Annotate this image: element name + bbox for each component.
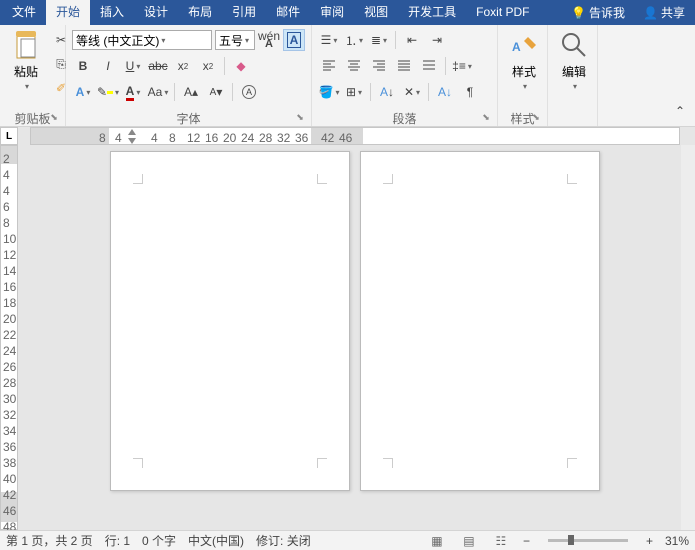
grow-font-button[interactable]: A▴	[180, 81, 202, 103]
paragraph-launcher[interactable]: ⬊	[481, 112, 491, 122]
numbering-button[interactable]: ⒈▾	[343, 29, 365, 51]
align-right-button[interactable]	[368, 55, 390, 77]
increase-indent-button[interactable]: ⇥	[426, 29, 448, 51]
superscript-button[interactable]: x2	[197, 55, 219, 77]
zoom-slider[interactable]	[548, 539, 628, 542]
enclose-characters-button[interactable]: A	[238, 81, 260, 103]
numbering-icon: ⒈	[345, 32, 357, 49]
copy-icon: ⎘	[56, 57, 66, 72]
collapse-ribbon-button[interactable]: ⌃	[669, 100, 691, 122]
tab-mailings[interactable]: 邮件	[266, 0, 310, 25]
chevron-down-icon: ▾	[25, 82, 29, 91]
styles-icon: A	[508, 29, 540, 61]
font-launcher[interactable]: ⬊	[295, 112, 305, 122]
paste-button[interactable]: 粘贴▾	[4, 27, 48, 93]
zoom-in-button[interactable]: +	[646, 534, 653, 548]
change-case-button[interactable]: Aa▾	[147, 81, 169, 103]
horizontal-ruler[interactable]: 8 4 4 8 12 16 20 24 28 32 36 42 46	[30, 127, 680, 145]
asian-layout-button[interactable]: ✕▾	[401, 81, 423, 103]
shrink-font-button[interactable]: A▾	[205, 81, 227, 103]
group-paragraph-label: 段落	[392, 112, 416, 126]
workspace: L 8 4 4 8 12 16 20 24 28 32 36 42 46 244…	[0, 127, 695, 530]
status-line[interactable]: 行: 1	[105, 532, 130, 549]
multilevel-icon: ≣	[371, 33, 381, 47]
multilevel-list-button[interactable]: ≣▾	[368, 29, 390, 51]
show-marks-button[interactable]: A↓	[434, 81, 456, 103]
status-track-changes[interactable]: 修订: 关闭	[256, 532, 311, 549]
editing-button[interactable]: 编辑▾	[552, 27, 596, 93]
status-page[interactable]: 第 1 页，共 2 页	[6, 532, 93, 549]
borders-button[interactable]: ⊞▾	[343, 81, 365, 103]
zoom-level[interactable]: 31%	[665, 534, 689, 548]
clear-formatting-button[interactable]: ◆	[230, 55, 252, 77]
zoom-out-button[interactable]: −	[523, 534, 530, 548]
bullets-icon: ☰	[321, 33, 332, 47]
tab-layout[interactable]: 布局	[178, 0, 222, 25]
tab-insert[interactable]: 插入	[90, 0, 134, 25]
share-icon: 👤	[643, 6, 658, 20]
status-words[interactable]: 0 个字	[142, 532, 176, 549]
subscript-button[interactable]: x2	[172, 55, 194, 77]
svg-text:A: A	[512, 40, 521, 54]
tab-developer[interactable]: 开发工具	[398, 0, 466, 25]
line-spacing-button[interactable]: ‡≡▾	[451, 55, 473, 77]
paint-bucket-icon: 🪣	[319, 85, 334, 99]
styles-launcher[interactable]: ⬊	[531, 112, 541, 122]
strikethrough-button[interactable]: abc	[147, 55, 169, 77]
border-icon: ⊞	[346, 85, 356, 99]
status-language[interactable]: 中文(中国)	[188, 532, 244, 549]
distributed-button[interactable]	[418, 55, 440, 77]
tab-file[interactable]: 文件	[2, 0, 46, 25]
vertical-ruler[interactable]: 2446810121416182022242628303234363840424…	[0, 145, 18, 530]
sort-button[interactable]: A↓	[376, 81, 398, 103]
share-button[interactable]: 👤共享	[635, 4, 693, 21]
eraser-icon: ◆	[236, 59, 245, 73]
character-border-button[interactable]: A	[283, 29, 305, 51]
page-1[interactable]	[110, 151, 350, 491]
font-name-dropdown[interactable]: 等线 (中文正文)▾	[72, 30, 212, 50]
tab-review[interactable]: 审阅	[310, 0, 354, 25]
phonetic-guide-button[interactable]: wénA	[258, 29, 280, 51]
italic-button[interactable]: I	[97, 55, 119, 77]
bullets-button[interactable]: ☰▾	[318, 29, 340, 51]
group-clipboard-label: 剪贴板	[14, 112, 50, 126]
font-size-dropdown[interactable]: 五号▾	[215, 30, 255, 50]
tab-view[interactable]: 视图	[354, 0, 398, 25]
underline-button[interactable]: U▾	[122, 55, 144, 77]
brush-icon: ✐	[56, 81, 66, 95]
text-effects-button[interactable]: A▾	[72, 81, 94, 103]
align-left-button[interactable]	[318, 55, 340, 77]
ribbon: 粘贴▾ ✂ ⎘ ✐ 剪贴板⬊ 等线 (中文正文)▾ 五号▾ wénA A B I…	[0, 25, 695, 127]
highlighter-icon: ✎	[97, 85, 107, 99]
lightbulb-icon: 💡	[571, 6, 586, 20]
decrease-indent-button[interactable]: ⇤	[401, 29, 423, 51]
justify-button[interactable]	[393, 55, 415, 77]
highlight-button[interactable]: ✎▾	[97, 81, 119, 103]
paragraph-marks-button[interactable]: ¶	[459, 81, 481, 103]
tab-home[interactable]: 开始	[46, 0, 90, 25]
tab-references[interactable]: 引用	[222, 0, 266, 25]
web-layout-button[interactable]: ☷	[491, 533, 511, 549]
font-color-button[interactable]: A▾	[122, 81, 144, 103]
tab-selector[interactable]: L	[0, 127, 18, 145]
group-font-label: 字体	[176, 112, 200, 126]
clipboard-launcher[interactable]: ⬊	[49, 112, 59, 122]
scissors-icon: ✂	[56, 33, 66, 47]
shading-button[interactable]: 🪣▾	[318, 81, 340, 103]
read-mode-button[interactable]: ▦	[427, 533, 447, 549]
styles-button[interactable]: A 样式▾	[502, 27, 546, 93]
tell-me[interactable]: 💡告诉我	[563, 4, 633, 21]
align-center-button[interactable]	[343, 55, 365, 77]
find-icon	[558, 29, 590, 61]
clipboard-icon	[10, 29, 42, 61]
status-bar: 第 1 页，共 2 页 行: 1 0 个字 中文(中国) 修订: 关闭 ▦ ▤ …	[0, 530, 695, 550]
tab-foxit[interactable]: Foxit PDF	[466, 0, 539, 25]
print-layout-button[interactable]: ▤	[459, 533, 479, 549]
menu-bar: 文件 开始 插入 设计 布局 引用 邮件 审阅 视图 开发工具 Foxit PD…	[0, 0, 695, 25]
vertical-scrollbar[interactable]	[681, 145, 695, 530]
page-2[interactable]	[360, 151, 600, 491]
tab-design[interactable]: 设计	[134, 0, 178, 25]
bold-button[interactable]: B	[72, 55, 94, 77]
